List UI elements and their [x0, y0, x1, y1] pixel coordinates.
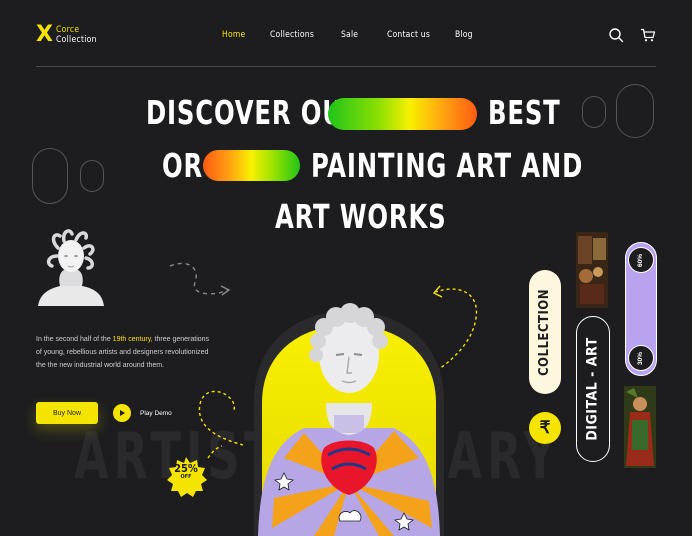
nav-sale[interactable]: Sale: [341, 30, 358, 40]
painting-thumbnail-1[interactable]: [576, 232, 608, 308]
cart-icon[interactable]: [640, 27, 656, 43]
digital-art-pill[interactable]: DIGITAL - ART: [576, 316, 610, 462]
discount-badge-text: 25% OFF: [174, 462, 198, 480]
gradient-pill-2: [203, 150, 300, 181]
nav-blog[interactable]: Blog: [455, 30, 473, 40]
intro-highlight: 19th century: [112, 336, 151, 343]
buy-now-button[interactable]: Buy Now: [36, 402, 98, 424]
collection-label: COLLECTION: [537, 288, 553, 376]
ghost-shape: [32, 148, 68, 204]
brand-line-1: Corce: [55, 25, 80, 35]
headline-line2-end: PAINTING ART AND: [311, 146, 584, 185]
play-demo-label: Play Demo: [140, 409, 172, 417]
medusa-bust-image: [38, 229, 104, 306]
logo-mark: X: [36, 22, 53, 47]
headline-line1-end: BEST: [488, 93, 561, 132]
discount-range-pill[interactable]: 60% 30%: [625, 242, 657, 376]
intro-paragraph: In the second half of the 19th century, …: [36, 336, 210, 369]
headline-line2-start: OR: [162, 146, 204, 185]
ghost-shape: [616, 84, 654, 138]
play-icon[interactable]: [113, 404, 131, 422]
rupee-icon[interactable]: ₹: [529, 412, 561, 444]
nav-home[interactable]: Home: [222, 30, 245, 40]
discount-bottom-circle: 30%: [628, 345, 654, 371]
discount-top-circle: 60%: [628, 247, 654, 273]
nav-collections[interactable]: Collections: [270, 30, 314, 40]
nav-contact-us[interactable]: Contact us: [387, 30, 430, 40]
david-statue-image: [254, 303, 444, 536]
site-header: X Corce Collection Home Collections Sale…: [0, 0, 692, 68]
search-icon[interactable]: [608, 27, 624, 43]
ghost-shape: [582, 96, 606, 128]
brand-logo[interactable]: X Corce Collection: [36, 24, 97, 46]
headline-line3: ART WORKS: [275, 197, 447, 236]
ghost-shape: [80, 160, 104, 192]
brand-line-2: Collection: [55, 35, 97, 45]
digital-art-label: DIGITAL - ART: [585, 337, 602, 441]
collection-pill[interactable]: COLLECTION: [529, 270, 561, 394]
play-demo-button[interactable]: Play Demo: [113, 404, 172, 422]
gradient-pill-1: [328, 98, 477, 130]
painting-thumbnail-2[interactable]: [624, 386, 656, 468]
header-divider: [36, 66, 656, 67]
